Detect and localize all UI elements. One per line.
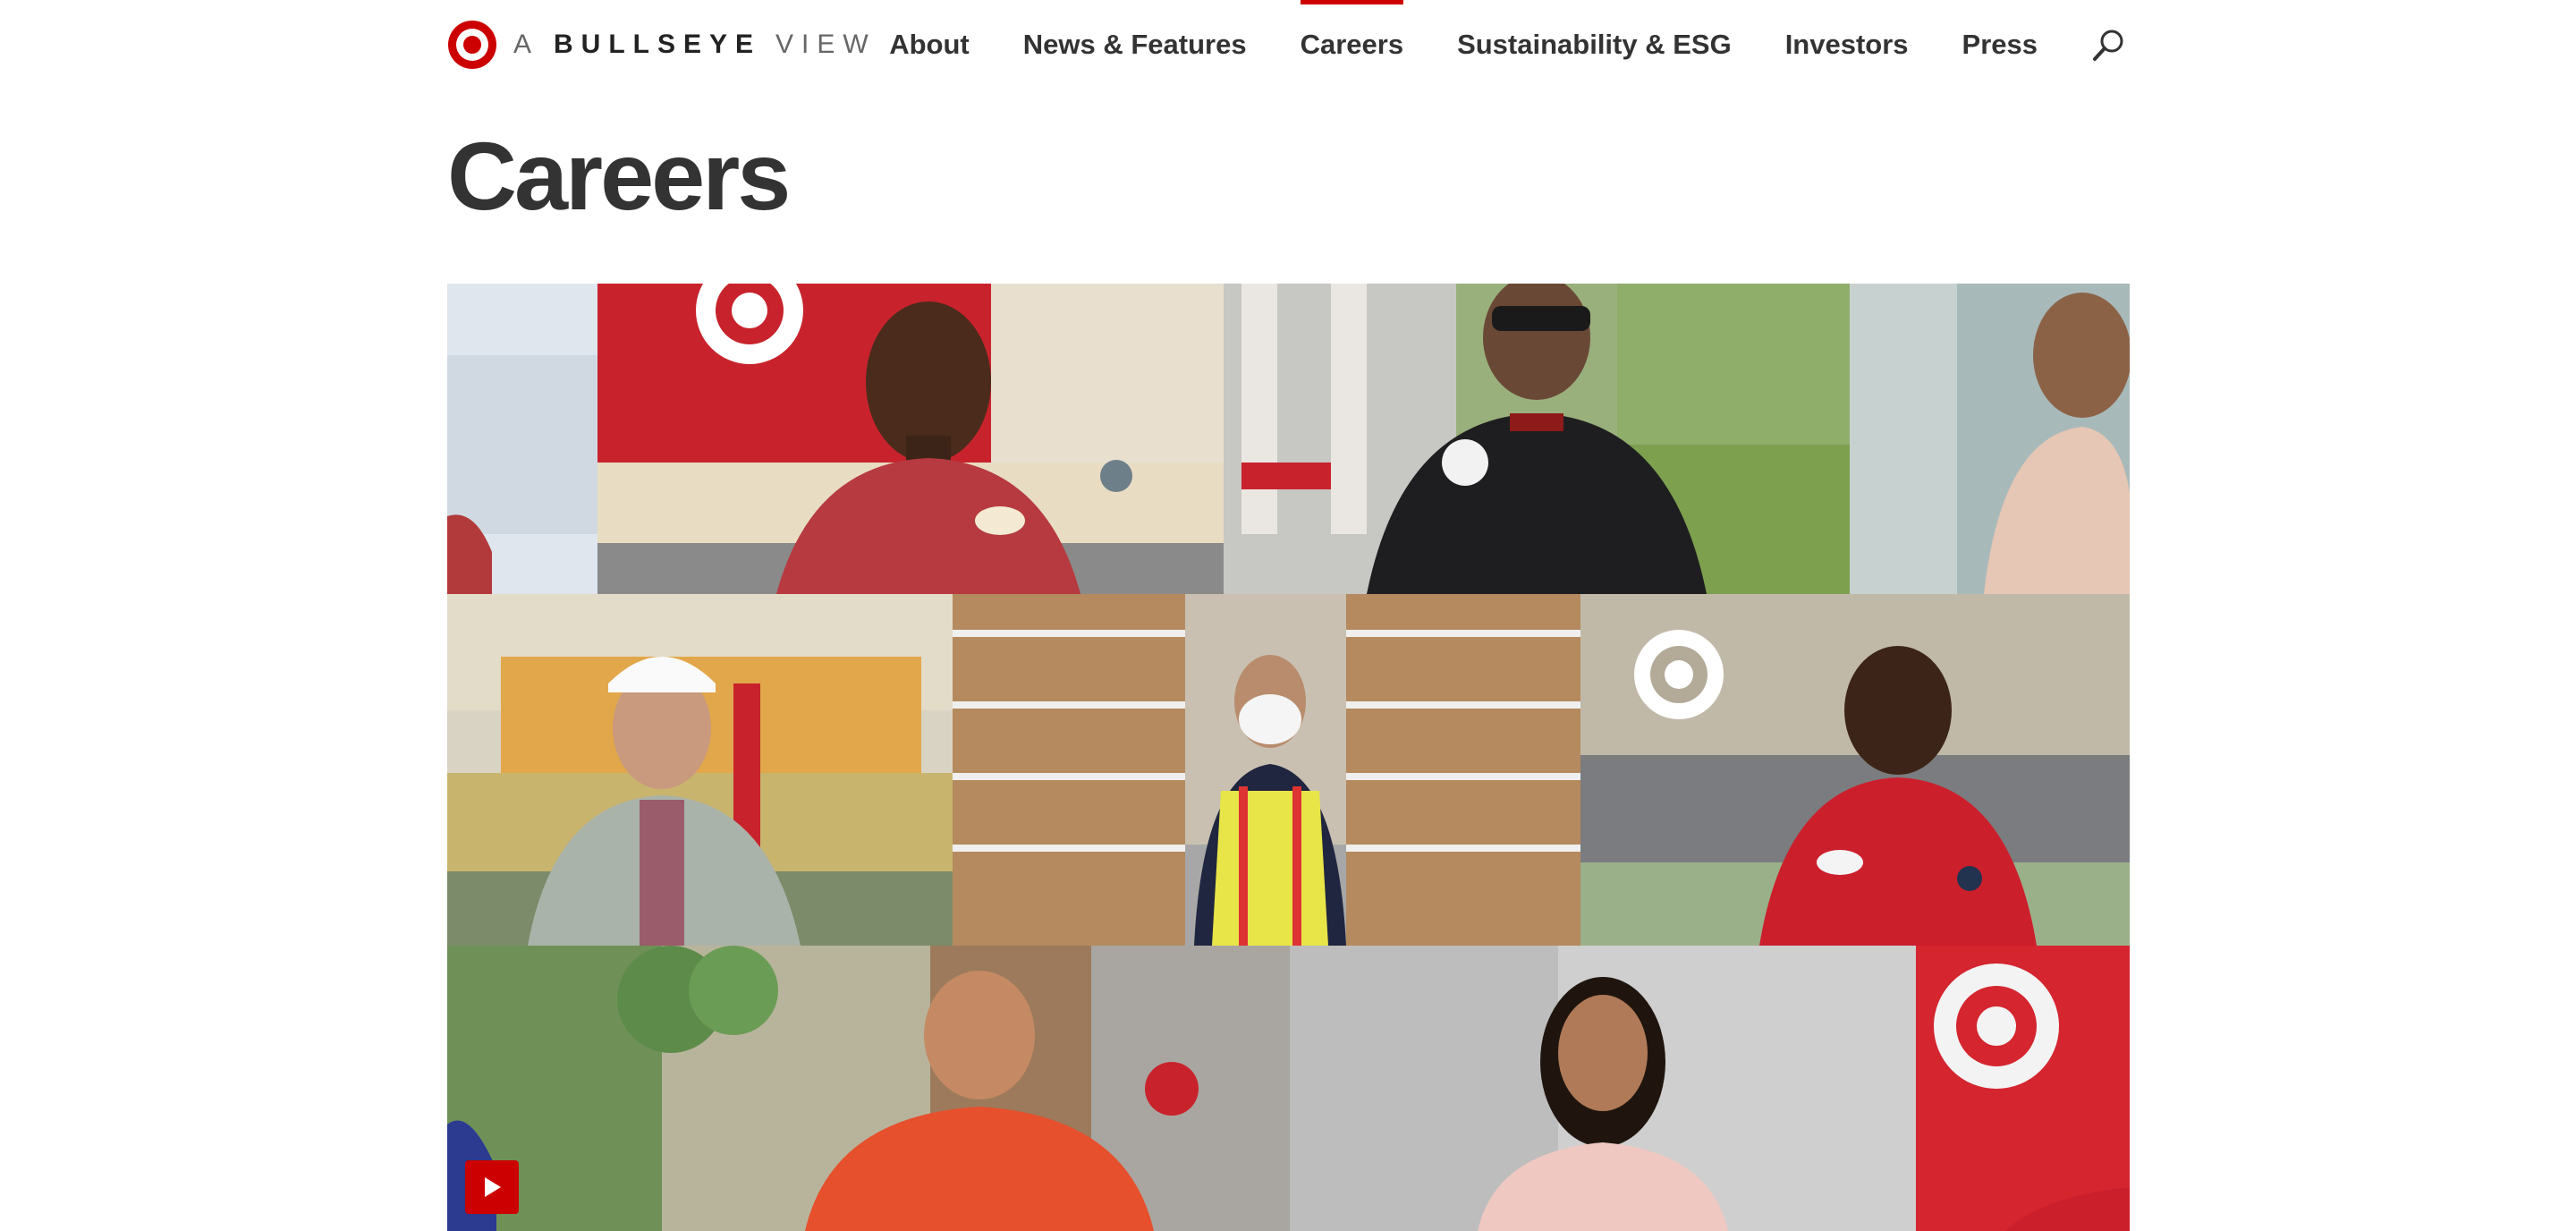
logo-prefix: A [513,30,540,59]
careers-video[interactable] [447,284,2130,1231]
video-tile-warehouse-worker [953,594,1580,946]
video-tile-target-sign [1916,946,2130,1231]
site-header: A BULLSEYE VIEW About News & Features Care… [447,0,2129,89]
logo-brand: BULLSEYE [554,30,762,59]
nav-item-investors[interactable]: Investors [1785,0,1909,89]
nav-item-about[interactable]: About [889,0,970,89]
video-tile-associate-palms [447,946,1290,1231]
nav-item-press[interactable]: Press [1962,0,2038,89]
video-tile-store-associate [597,284,1224,594]
page-title: Careers [447,122,791,230]
video-tile-associate-right [1850,284,2130,594]
search-button[interactable] [2089,0,2129,89]
target-bullseye-icon [448,21,496,69]
logo-wordmark: A BULLSEYE VIEW [513,30,877,60]
video-tile-associate-leather-jacket [1224,284,1850,594]
logo-suffix: VIEW [775,30,877,59]
main-nav: About News & Features Careers Sustainabi… [889,0,2129,89]
play-icon [485,1177,501,1197]
search-icon [2093,30,2123,61]
video-tile-construction-leader [447,594,953,946]
video-tile-blurred-edge [447,284,597,594]
page: A BULLSEYE VIEW About News & Features Care… [0,0,2576,1231]
site-logo[interactable]: A BULLSEYE VIEW [447,18,877,72]
video-tile-associate-red-vest [1580,594,2130,946]
video-tile-associate-portrait [1290,946,1916,1231]
nav-item-news-features[interactable]: News & Features [1023,0,1247,89]
nav-item-careers[interactable]: Careers [1300,0,1404,89]
play-button[interactable] [465,1160,519,1214]
nav-item-sustainability-esg[interactable]: Sustainability & ESG [1457,0,1732,89]
